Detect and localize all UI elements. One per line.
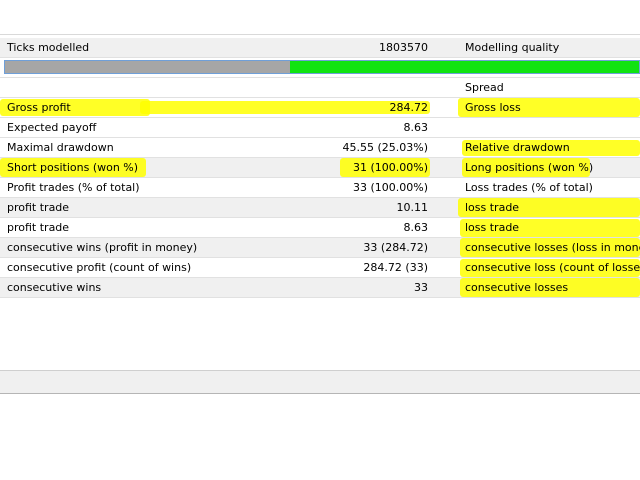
table-row: consecutive wins (profit in money) 33 (2… bbox=[0, 238, 640, 258]
table-row: profit trade 8.63 loss trade bbox=[0, 218, 640, 238]
modelling-quality-row bbox=[0, 58, 640, 78]
row-label: consecutive wins bbox=[7, 281, 102, 294]
modelling-quality-label: Modelling quality bbox=[465, 41, 560, 54]
ticks-value: 1803570 bbox=[379, 41, 428, 54]
row-value: 284.72 (33) bbox=[363, 261, 428, 274]
row-label: consecutive profit (count of wins) bbox=[7, 261, 192, 274]
modelling-quality-green-fill bbox=[290, 61, 639, 73]
modelling-quality-gray-fill bbox=[5, 61, 291, 73]
row-label-right: consecutive loss (count of losses) bbox=[465, 261, 640, 274]
spread-row: Spread bbox=[0, 78, 640, 98]
table-row: Expected payoff 8.63 bbox=[0, 118, 640, 138]
row-value: 45.55 (25.03%) bbox=[342, 141, 428, 154]
row-label: Expected payoff bbox=[7, 121, 97, 134]
bottom-border bbox=[0, 393, 640, 394]
bottom-band bbox=[0, 371, 640, 393]
row-label: profit trade bbox=[7, 201, 70, 214]
row-value: 33 bbox=[414, 281, 428, 294]
modelling-quality-bar bbox=[4, 60, 640, 74]
row-value: 31 (100.00%) bbox=[352, 161, 428, 174]
row-value: 33 (284.72) bbox=[363, 241, 428, 254]
ticks-row: Ticks modelled 1803570 Modelling quality bbox=[0, 38, 640, 58]
row-label: consecutive wins (profit in money) bbox=[7, 241, 198, 254]
row-label: Profit trades (% of total) bbox=[7, 181, 140, 194]
highlight-mark bbox=[140, 101, 430, 114]
row-label-right: Long positions (won %) bbox=[465, 161, 594, 174]
row-value: 284.72 bbox=[389, 101, 429, 114]
row-label-right bbox=[465, 118, 640, 137]
row-label: Gross profit bbox=[7, 101, 71, 114]
row-label: Maximal drawdown bbox=[7, 141, 114, 154]
top-separator bbox=[0, 34, 640, 35]
table-row: Profit trades (% of total) 33 (100.00%) … bbox=[0, 178, 640, 198]
row-label-right: consecutive losses bbox=[465, 281, 569, 294]
table-row: consecutive wins 33 consecutive losses bbox=[0, 278, 640, 298]
row-label-right: Relative drawdown bbox=[465, 141, 570, 154]
row-label-right: loss trade bbox=[465, 201, 520, 214]
row-value: 33 (100.00%) bbox=[352, 181, 428, 194]
table-row: profit trade 10.11 loss trade bbox=[0, 198, 640, 218]
table-row: Gross profit 284.72 Gross loss bbox=[0, 98, 640, 118]
row-label-right: Loss trades (% of total) bbox=[465, 181, 593, 194]
row-label: profit trade bbox=[7, 221, 70, 234]
row-value: 8.63 bbox=[403, 221, 429, 234]
table-row: Short positions (won %) 31 (100.00%) Lon… bbox=[0, 158, 640, 178]
report-table: Ticks modelled 1803570 Modelling quality… bbox=[0, 38, 640, 298]
ticks-label: Ticks modelled bbox=[7, 41, 90, 54]
table-row: consecutive profit (count of wins) 284.7… bbox=[0, 258, 640, 278]
row-label-right: loss trade bbox=[465, 221, 520, 234]
table-row: Maximal drawdown 45.55 (25.03%) Relative… bbox=[0, 138, 640, 158]
row-value: 10.11 bbox=[396, 201, 429, 214]
row-label-right: Gross loss bbox=[465, 101, 521, 114]
row-label: Short positions (won %) bbox=[7, 161, 139, 174]
row-label-right: consecutive losses (loss in money) bbox=[465, 241, 640, 254]
row-value: 8.63 bbox=[403, 121, 429, 134]
spread-label: Spread bbox=[465, 81, 504, 94]
